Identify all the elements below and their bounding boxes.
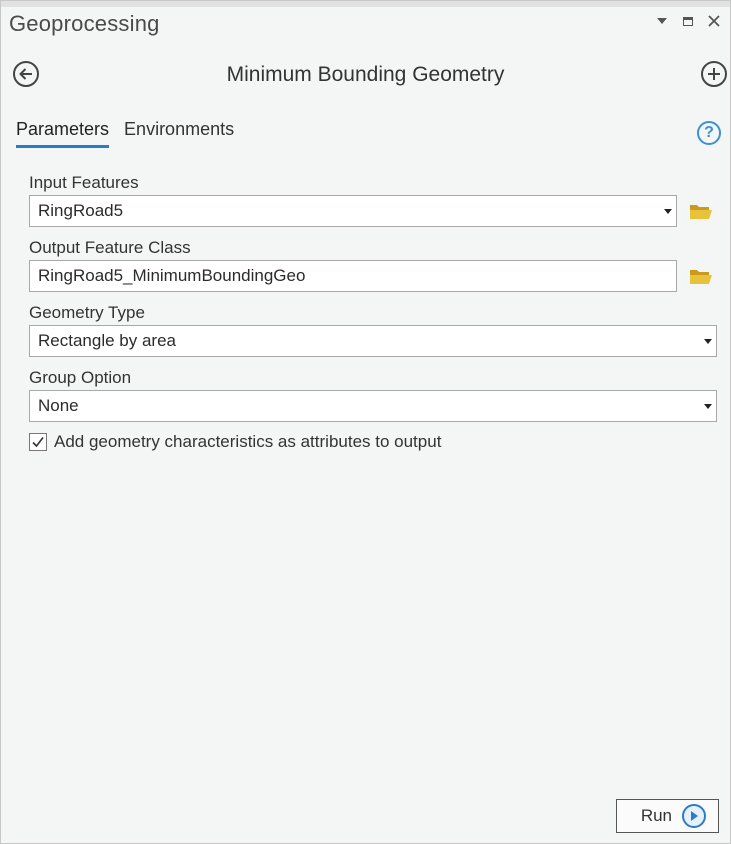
- add-characteristics-row: Add geometry characteristics as attribut…: [29, 432, 441, 452]
- input-features-label: Input Features: [29, 173, 139, 192]
- run-button[interactable]: Run: [616, 799, 719, 833]
- geometry-type-label: Geometry Type: [29, 303, 145, 322]
- geoprocessing-pane: Geoprocessing Minimum Bounding Geometry …: [0, 0, 731, 844]
- group-option-value: None: [38, 396, 79, 415]
- output-feature-class-input[interactable]: RingRoad5_MinimumBoundingGeo: [29, 260, 677, 292]
- chevron-down-icon: [704, 404, 712, 409]
- output-feature-class-value: RingRoad5_MinimumBoundingGeo: [38, 266, 306, 285]
- add-plus-icon[interactable]: [701, 61, 727, 87]
- menu-dropdown-icon[interactable]: [652, 11, 672, 31]
- pane-title: Geoprocessing: [9, 11, 160, 36]
- add-characteristics-label[interactable]: Add geometry characteristics as attribut…: [54, 432, 441, 452]
- group-option-dropdown[interactable]: None: [29, 390, 717, 422]
- browse-folder-icon[interactable]: [689, 267, 713, 285]
- group-option-label: Group Option: [29, 368, 132, 387]
- help-question-icon[interactable]: ?: [697, 121, 721, 145]
- browse-folder-icon[interactable]: [689, 202, 713, 220]
- chevron-down-icon: [704, 339, 712, 344]
- tab-environments[interactable]: Environments: [124, 119, 234, 148]
- chevron-down-icon: [664, 209, 672, 214]
- tool-header: Minimum Bounding Geometry: [1, 59, 730, 95]
- run-play-icon: [682, 804, 706, 828]
- geometry-type-dropdown[interactable]: Rectangle by area: [29, 325, 717, 357]
- run-button-label: Run: [640, 806, 672, 825]
- input-features-dropdown[interactable]: RingRoad5: [29, 195, 677, 227]
- tool-title: Minimum Bounding Geometry: [226, 63, 505, 86]
- output-feature-class-label: Output Feature Class: [29, 238, 191, 257]
- tab-bar: Parameters Environments: [16, 119, 234, 148]
- maximize-icon[interactable]: [678, 11, 698, 31]
- input-features-value: RingRoad5: [38, 201, 124, 220]
- window-controls: [652, 11, 724, 31]
- add-characteristics-checkbox[interactable]: [29, 433, 47, 451]
- geometry-type-value: Rectangle by area: [38, 331, 176, 350]
- pane-top-strip: [1, 1, 730, 7]
- close-icon[interactable]: [704, 11, 724, 31]
- tab-parameters[interactable]: Parameters: [16, 119, 110, 148]
